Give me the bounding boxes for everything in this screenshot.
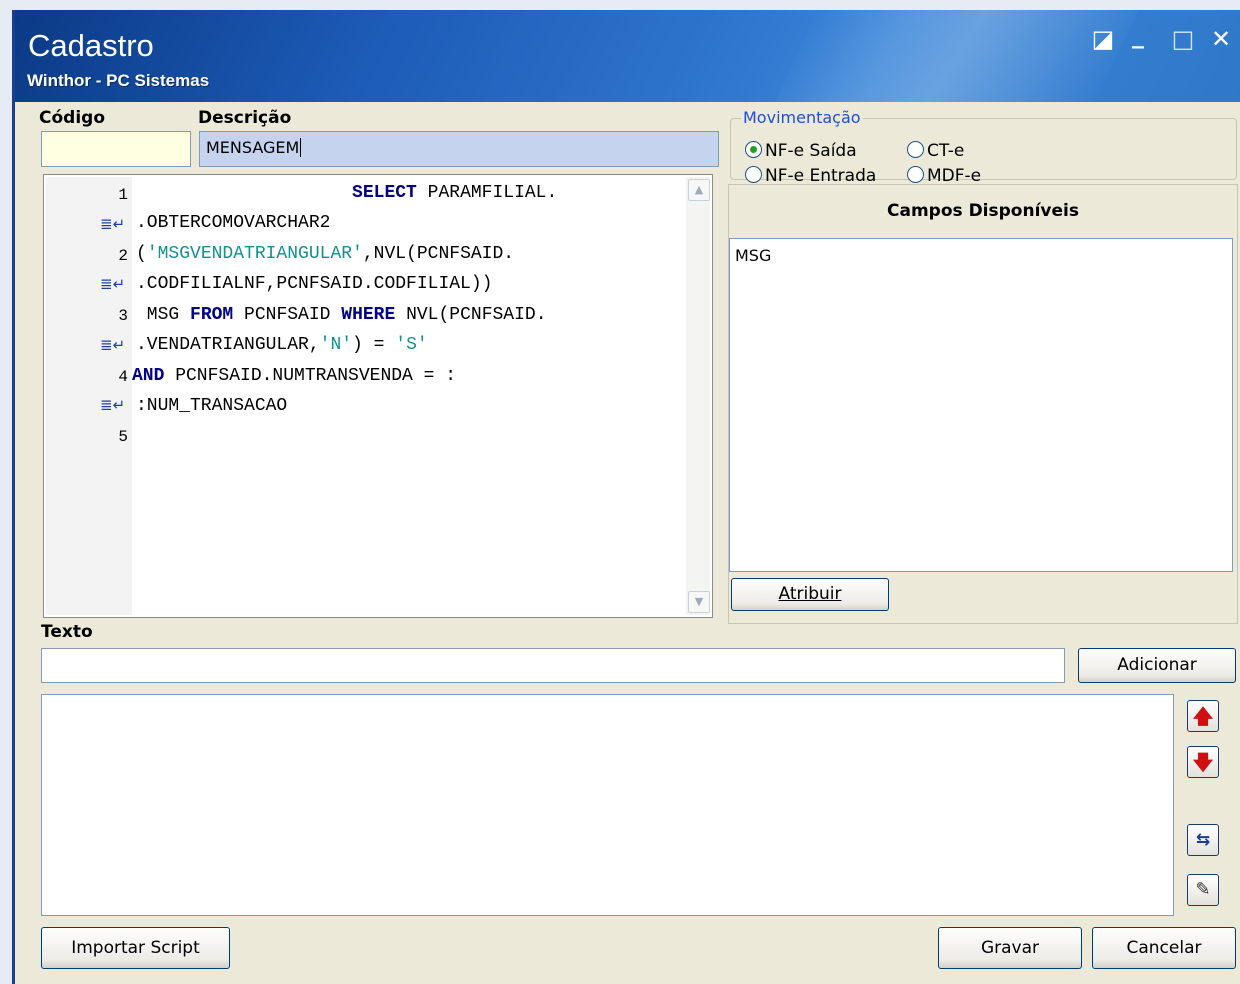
code-line-2-wrap: .CODFILIALNF,PCNFSAID.CODFILIAL)) xyxy=(136,274,493,294)
wrap-icon: ≣↵ xyxy=(100,336,126,354)
edit-line-icon[interactable]: ⇆ xyxy=(1187,824,1219,856)
code-line-2: ('MSGVENDATRIANGULAR',NVL(PCNFSAID. xyxy=(136,244,515,264)
editor-gutter: 1 ≣↵ 2 ≣↵ 3 ≣↵ 4 ≣↵ 5 xyxy=(46,177,132,615)
title-bar[interactable]: Cadastro Winthor - PC Sistemas ◪ _ □ ✕ xyxy=(15,10,1240,102)
codigo-label: Código xyxy=(39,108,105,128)
radio-nfe-entrada[interactable]: NF-e Entrada xyxy=(745,166,876,186)
radio-nfe-saida[interactable]: NF-e Saída xyxy=(745,141,857,161)
wrap-icon: ≣↵ xyxy=(100,396,126,414)
code-area[interactable]: SELECT PARAMFILIAL. .OBTERCOMOVARCHAR2 (… xyxy=(132,177,684,615)
code-line-1: SELECT PARAMFILIAL. xyxy=(352,183,558,203)
close-icon[interactable]: ✕ xyxy=(1208,26,1234,52)
codigo-input[interactable] xyxy=(41,131,191,167)
radio-cte[interactable]: CT-e xyxy=(907,141,964,161)
code-line-1-wrap: .OBTERCOMOVARCHAR2 xyxy=(136,213,331,233)
restore-icon[interactable]: ◪ xyxy=(1090,26,1116,52)
adicionar-button[interactable]: Adicionar xyxy=(1078,648,1236,683)
maximize-icon[interactable]: □ xyxy=(1170,26,1196,52)
text-caret xyxy=(300,138,302,157)
line-number: 5 xyxy=(118,428,128,446)
movimentacao-title: Movimentação xyxy=(741,108,863,127)
importar-script-button[interactable]: Importar Script xyxy=(41,927,230,969)
cadastro-window: Cadastro Winthor - PC Sistemas ◪ _ □ ✕ C… xyxy=(12,10,1240,984)
window-title: Cadastro xyxy=(28,28,154,63)
descricao-input[interactable]: MENSAGEM xyxy=(199,131,719,167)
texto-label: Texto xyxy=(41,622,93,642)
line-number: 1 xyxy=(118,186,128,204)
radio-checked-icon xyxy=(745,141,762,158)
radio-unchecked-icon xyxy=(907,141,924,158)
campos-item[interactable]: MSG xyxy=(735,246,771,265)
code-line-3-wrap: .VENDATRIANGULAR,'N') = 'S' xyxy=(136,335,428,355)
radio-mdfe-label: MDF-e xyxy=(927,166,982,186)
gravar-button[interactable]: Gravar xyxy=(938,927,1082,969)
radio-unchecked-icon xyxy=(745,166,762,183)
scroll-up-icon[interactable]: ▲ xyxy=(688,179,710,201)
minimize-icon[interactable]: _ xyxy=(1125,22,1151,48)
sql-editor[interactable]: 1 ≣↵ 2 ≣↵ 3 ≣↵ 4 ≣↵ 5 SELECT PARAMFILIAL… xyxy=(43,174,713,618)
cancelar-button[interactable]: Cancelar xyxy=(1092,927,1236,969)
texto-list[interactable] xyxy=(41,694,1174,916)
texto-input[interactable] xyxy=(41,648,1065,683)
move-down-icon[interactable]: 🡇 xyxy=(1187,746,1219,778)
scroll-down-icon[interactable]: ▼ xyxy=(688,591,710,613)
line-number: 2 xyxy=(118,247,128,265)
code-line-3: MSG FROM PCNFSAID WHERE NVL(PCNFSAID. xyxy=(136,305,547,325)
wrap-icon: ≣↵ xyxy=(100,275,126,293)
editor-vertical-scrollbar[interactable]: ▲ ▼ xyxy=(686,177,710,615)
code-line-4: AND PCNFSAID.NUMTRANSVENDA = : xyxy=(132,366,457,386)
atribuir-button[interactable]: Atribuir xyxy=(731,578,889,611)
descricao-label: Descrição xyxy=(198,108,292,128)
code-line-4-wrap: :NUM_TRANSACAO xyxy=(136,396,288,416)
radio-unchecked-icon xyxy=(907,166,924,183)
wrap-icon: ≣↵ xyxy=(100,215,126,233)
radio-nfe-entrada-label: NF-e Entrada xyxy=(765,166,877,186)
descricao-value: MENSAGEM xyxy=(206,138,300,157)
campos-title: Campos Disponíveis xyxy=(887,201,1079,221)
campos-list[interactable]: MSG xyxy=(729,238,1233,572)
radio-cte-label: CT-e xyxy=(927,141,965,161)
clear-eraser-icon[interactable]: ✎ xyxy=(1187,874,1219,906)
move-up-icon[interactable]: 🡅 xyxy=(1187,700,1219,732)
line-number: 3 xyxy=(118,307,128,325)
line-number: 4 xyxy=(118,368,128,386)
radio-nfe-saida-label: NF-e Saída xyxy=(765,141,857,161)
window-subtitle: Winthor - PC Sistemas xyxy=(27,71,210,90)
title-bar-gloss xyxy=(762,10,1148,102)
radio-mdfe[interactable]: MDF-e xyxy=(907,166,981,186)
